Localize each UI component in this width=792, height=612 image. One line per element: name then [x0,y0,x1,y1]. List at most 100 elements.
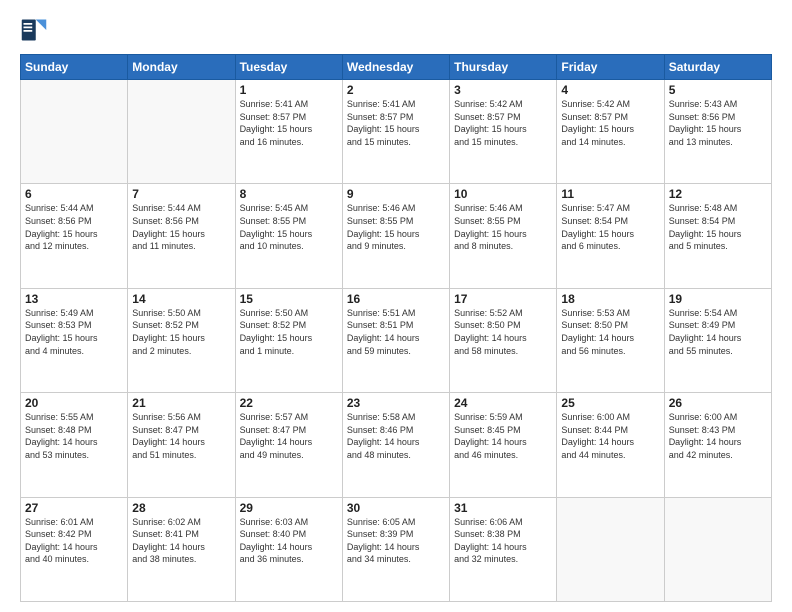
day-info: Sunrise: 5:41 AM Sunset: 8:57 PM Dayligh… [347,98,445,148]
day-number: 30 [347,501,445,515]
day-number: 16 [347,292,445,306]
calendar-cell: 18Sunrise: 5:53 AM Sunset: 8:50 PM Dayli… [557,288,664,392]
day-number: 5 [669,83,767,97]
day-number: 6 [25,187,123,201]
day-number: 21 [132,396,230,410]
day-info: Sunrise: 5:47 AM Sunset: 8:54 PM Dayligh… [561,202,659,252]
day-info: Sunrise: 5:59 AM Sunset: 8:45 PM Dayligh… [454,411,552,461]
day-info: Sunrise: 5:57 AM Sunset: 8:47 PM Dayligh… [240,411,338,461]
day-number: 22 [240,396,338,410]
day-number: 28 [132,501,230,515]
day-number: 2 [347,83,445,97]
col-header-thursday: Thursday [450,55,557,80]
header-row: SundayMondayTuesdayWednesdayThursdayFrid… [21,55,772,80]
day-info: Sunrise: 5:50 AM Sunset: 8:52 PM Dayligh… [240,307,338,357]
day-number: 24 [454,396,552,410]
calendar-cell [557,497,664,601]
day-info: Sunrise: 5:58 AM Sunset: 8:46 PM Dayligh… [347,411,445,461]
calendar-cell: 17Sunrise: 5:52 AM Sunset: 8:50 PM Dayli… [450,288,557,392]
calendar-cell: 29Sunrise: 6:03 AM Sunset: 8:40 PM Dayli… [235,497,342,601]
day-number: 10 [454,187,552,201]
col-header-saturday: Saturday [664,55,771,80]
col-header-wednesday: Wednesday [342,55,449,80]
day-info: Sunrise: 6:01 AM Sunset: 8:42 PM Dayligh… [25,516,123,566]
calendar-cell: 3Sunrise: 5:42 AM Sunset: 8:57 PM Daylig… [450,80,557,184]
day-number: 27 [25,501,123,515]
day-info: Sunrise: 6:02 AM Sunset: 8:41 PM Dayligh… [132,516,230,566]
day-info: Sunrise: 5:44 AM Sunset: 8:56 PM Dayligh… [25,202,123,252]
day-info: Sunrise: 5:52 AM Sunset: 8:50 PM Dayligh… [454,307,552,357]
week-row-5: 27Sunrise: 6:01 AM Sunset: 8:42 PM Dayli… [21,497,772,601]
day-number: 7 [132,187,230,201]
day-number: 4 [561,83,659,97]
day-number: 20 [25,396,123,410]
calendar-cell [128,80,235,184]
calendar-cell [664,497,771,601]
calendar-cell [21,80,128,184]
calendar-cell: 8Sunrise: 5:45 AM Sunset: 8:55 PM Daylig… [235,184,342,288]
day-number: 26 [669,396,767,410]
day-info: Sunrise: 5:42 AM Sunset: 8:57 PM Dayligh… [561,98,659,148]
calendar-cell: 5Sunrise: 5:43 AM Sunset: 8:56 PM Daylig… [664,80,771,184]
day-info: Sunrise: 5:46 AM Sunset: 8:55 PM Dayligh… [454,202,552,252]
calendar-cell: 23Sunrise: 5:58 AM Sunset: 8:46 PM Dayli… [342,393,449,497]
day-number: 15 [240,292,338,306]
calendar-cell: 4Sunrise: 5:42 AM Sunset: 8:57 PM Daylig… [557,80,664,184]
day-info: Sunrise: 5:46 AM Sunset: 8:55 PM Dayligh… [347,202,445,252]
day-number: 17 [454,292,552,306]
day-info: Sunrise: 5:53 AM Sunset: 8:50 PM Dayligh… [561,307,659,357]
day-info: Sunrise: 5:48 AM Sunset: 8:54 PM Dayligh… [669,202,767,252]
calendar-cell: 10Sunrise: 5:46 AM Sunset: 8:55 PM Dayli… [450,184,557,288]
calendar-cell: 28Sunrise: 6:02 AM Sunset: 8:41 PM Dayli… [128,497,235,601]
day-number: 3 [454,83,552,97]
calendar-table: SundayMondayTuesdayWednesdayThursdayFrid… [20,54,772,602]
calendar-cell: 6Sunrise: 5:44 AM Sunset: 8:56 PM Daylig… [21,184,128,288]
week-row-3: 13Sunrise: 5:49 AM Sunset: 8:53 PM Dayli… [21,288,772,392]
calendar-cell: 26Sunrise: 6:00 AM Sunset: 8:43 PM Dayli… [664,393,771,497]
week-row-4: 20Sunrise: 5:55 AM Sunset: 8:48 PM Dayli… [21,393,772,497]
day-number: 13 [25,292,123,306]
day-number: 8 [240,187,338,201]
day-info: Sunrise: 6:00 AM Sunset: 8:44 PM Dayligh… [561,411,659,461]
day-number: 23 [347,396,445,410]
week-row-2: 6Sunrise: 5:44 AM Sunset: 8:56 PM Daylig… [21,184,772,288]
col-header-monday: Monday [128,55,235,80]
calendar-cell: 27Sunrise: 6:01 AM Sunset: 8:42 PM Dayli… [21,497,128,601]
calendar-cell: 15Sunrise: 5:50 AM Sunset: 8:52 PM Dayli… [235,288,342,392]
day-info: Sunrise: 5:43 AM Sunset: 8:56 PM Dayligh… [669,98,767,148]
day-number: 9 [347,187,445,201]
calendar-cell: 1Sunrise: 5:41 AM Sunset: 8:57 PM Daylig… [235,80,342,184]
calendar-cell: 24Sunrise: 5:59 AM Sunset: 8:45 PM Dayli… [450,393,557,497]
day-number: 18 [561,292,659,306]
calendar-cell: 30Sunrise: 6:05 AM Sunset: 8:39 PM Dayli… [342,497,449,601]
day-info: Sunrise: 5:41 AM Sunset: 8:57 PM Dayligh… [240,98,338,148]
col-header-tuesday: Tuesday [235,55,342,80]
calendar-cell: 13Sunrise: 5:49 AM Sunset: 8:53 PM Dayli… [21,288,128,392]
calendar-cell: 7Sunrise: 5:44 AM Sunset: 8:56 PM Daylig… [128,184,235,288]
day-number: 11 [561,187,659,201]
day-info: Sunrise: 5:50 AM Sunset: 8:52 PM Dayligh… [132,307,230,357]
day-number: 1 [240,83,338,97]
col-header-sunday: Sunday [21,55,128,80]
day-info: Sunrise: 5:55 AM Sunset: 8:48 PM Dayligh… [25,411,123,461]
day-info: Sunrise: 6:06 AM Sunset: 8:38 PM Dayligh… [454,516,552,566]
calendar-cell: 19Sunrise: 5:54 AM Sunset: 8:49 PM Dayli… [664,288,771,392]
calendar-cell: 2Sunrise: 5:41 AM Sunset: 8:57 PM Daylig… [342,80,449,184]
day-info: Sunrise: 6:05 AM Sunset: 8:39 PM Dayligh… [347,516,445,566]
day-info: Sunrise: 5:54 AM Sunset: 8:49 PM Dayligh… [669,307,767,357]
day-info: Sunrise: 5:49 AM Sunset: 8:53 PM Dayligh… [25,307,123,357]
calendar-cell: 16Sunrise: 5:51 AM Sunset: 8:51 PM Dayli… [342,288,449,392]
calendar-cell: 31Sunrise: 6:06 AM Sunset: 8:38 PM Dayli… [450,497,557,601]
calendar-cell: 21Sunrise: 5:56 AM Sunset: 8:47 PM Dayli… [128,393,235,497]
day-info: Sunrise: 5:42 AM Sunset: 8:57 PM Dayligh… [454,98,552,148]
day-info: Sunrise: 6:00 AM Sunset: 8:43 PM Dayligh… [669,411,767,461]
day-info: Sunrise: 5:45 AM Sunset: 8:55 PM Dayligh… [240,202,338,252]
col-header-friday: Friday [557,55,664,80]
day-info: Sunrise: 5:44 AM Sunset: 8:56 PM Dayligh… [132,202,230,252]
logo-icon [20,16,48,44]
header [20,16,772,44]
logo [20,16,52,44]
calendar-cell: 20Sunrise: 5:55 AM Sunset: 8:48 PM Dayli… [21,393,128,497]
day-info: Sunrise: 5:51 AM Sunset: 8:51 PM Dayligh… [347,307,445,357]
day-number: 14 [132,292,230,306]
